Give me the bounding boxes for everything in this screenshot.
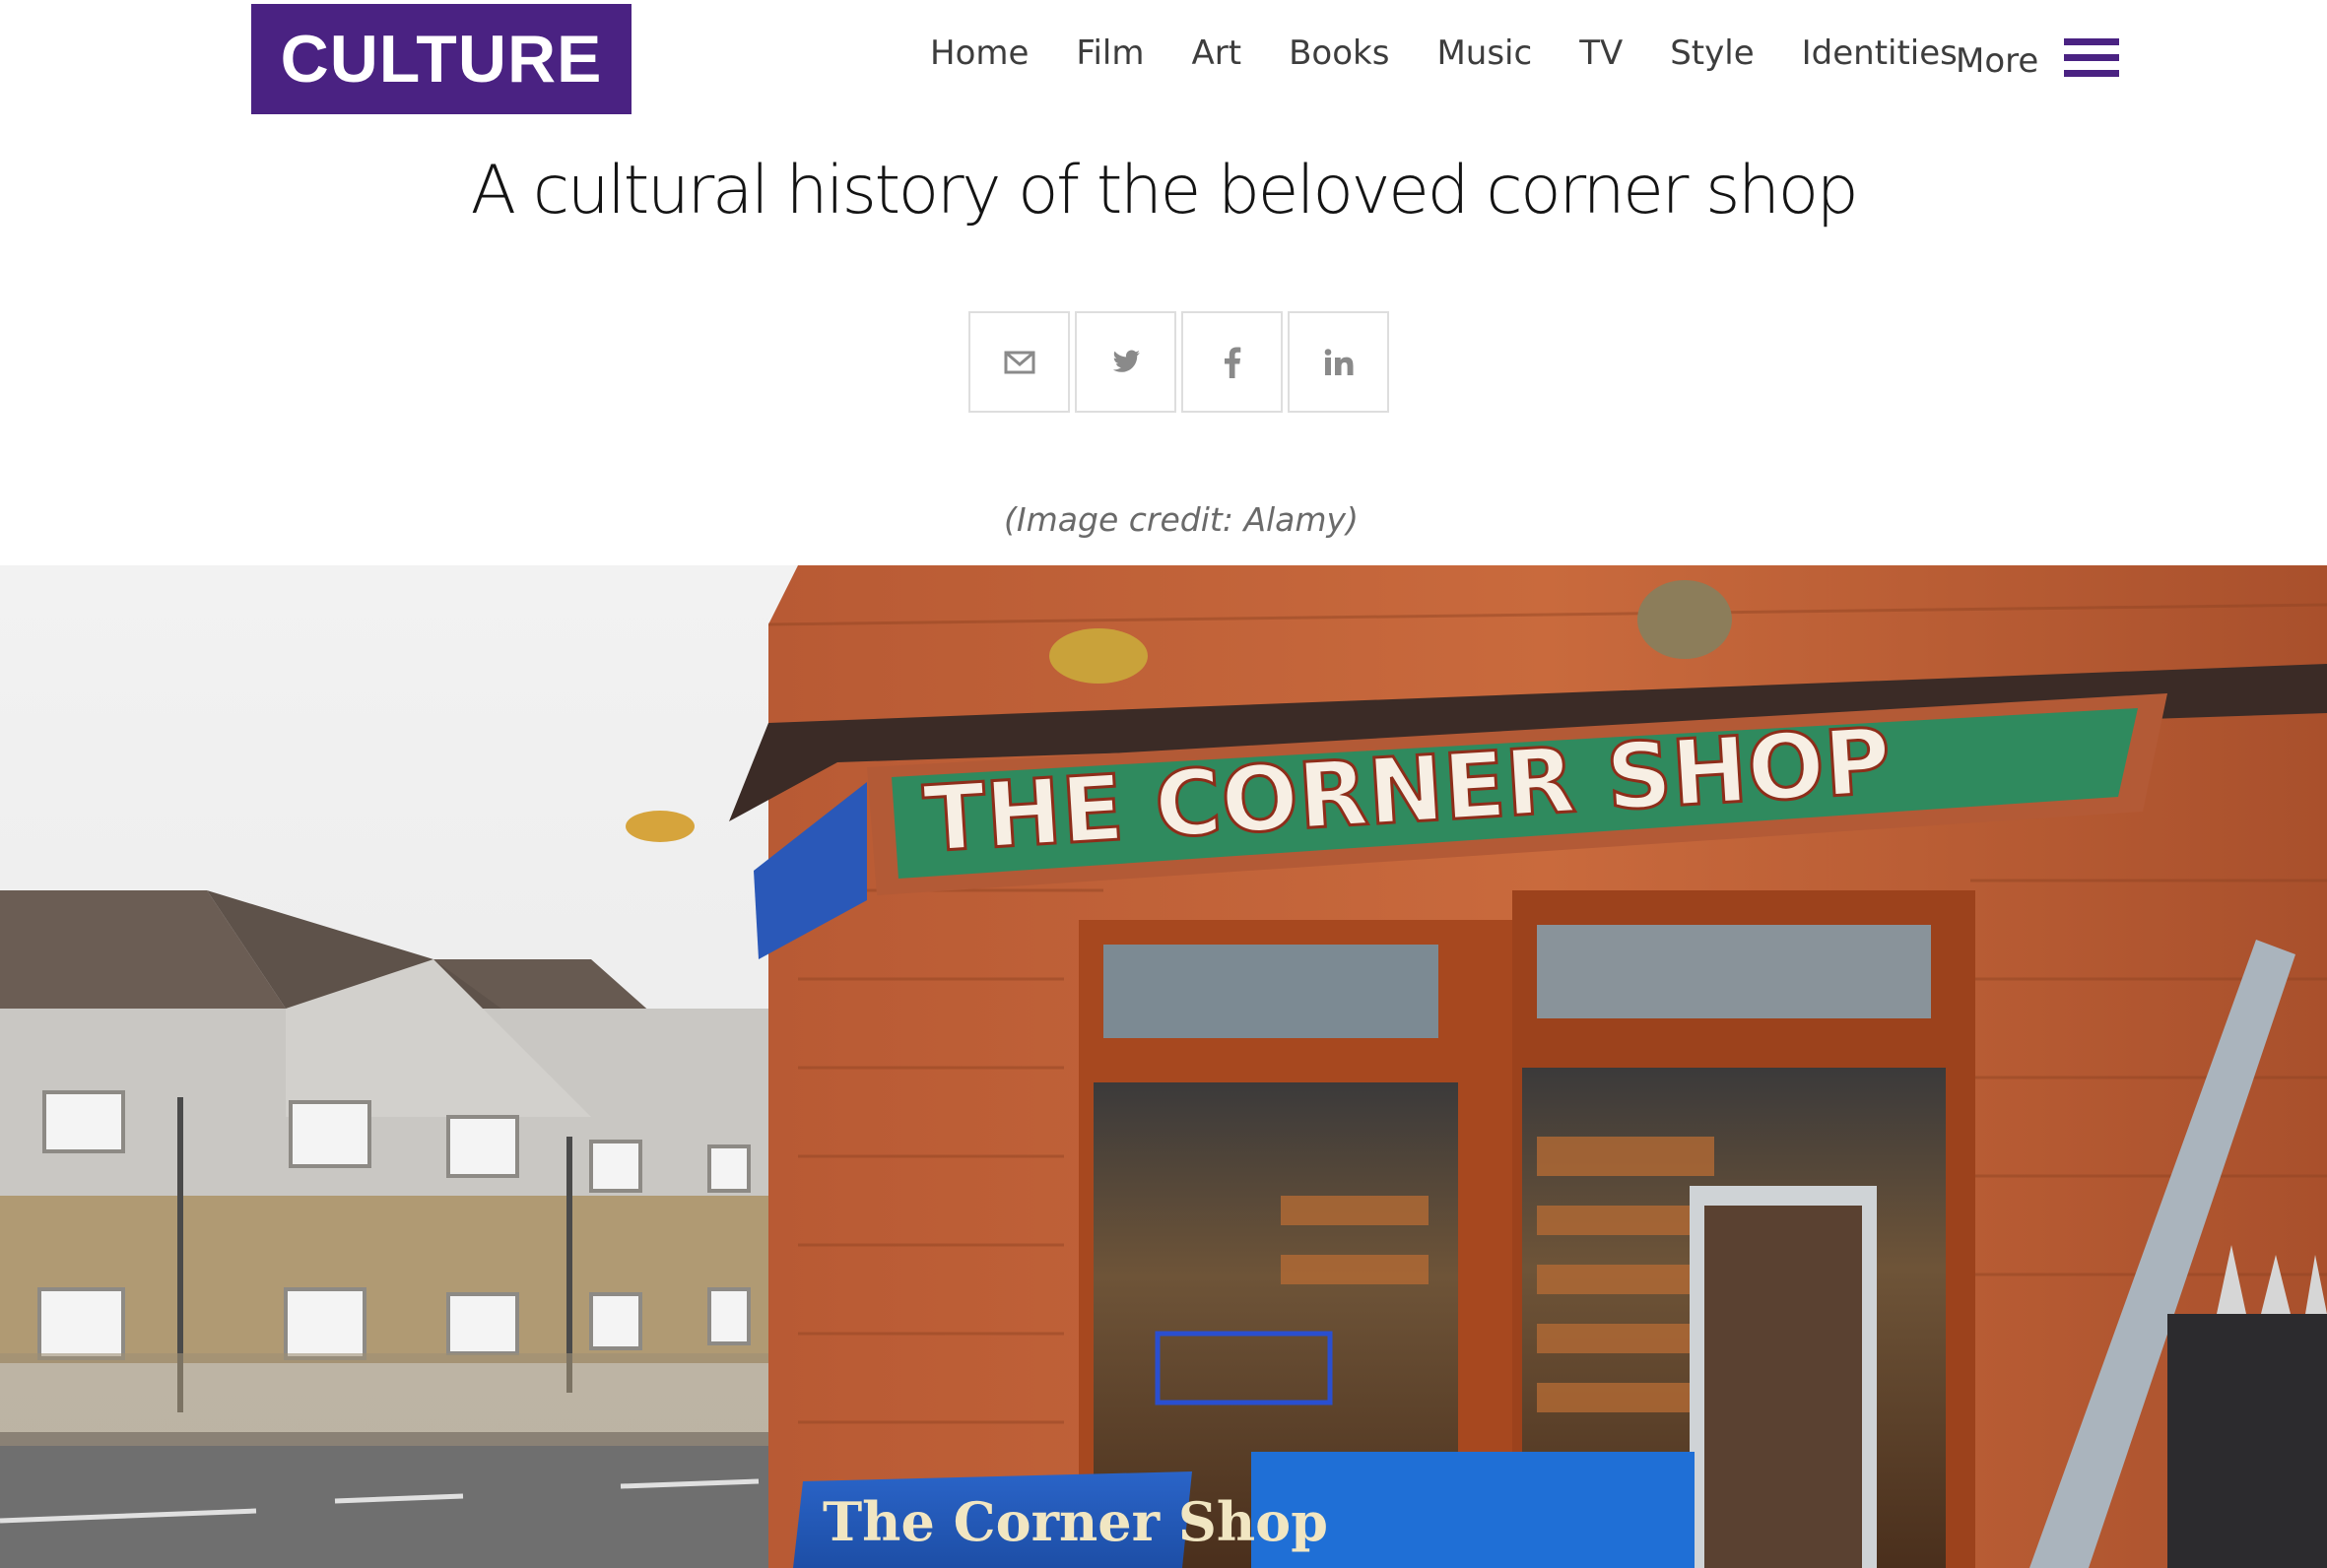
page: CULTURE Home Film Art Books Music TV Sty… [0, 0, 2327, 1568]
hamburger-icon [2064, 34, 2120, 80]
nav-item-music[interactable]: Music [1436, 33, 1532, 73]
aframe-sign-text: The Corner Shop [823, 1490, 1328, 1553]
image-credit: (Image credit: Alamy) [1004, 500, 1359, 539]
twitter-icon [1112, 350, 1140, 372]
more-label: More [1956, 41, 2039, 81]
share-linkedin-button[interactable] [1288, 311, 1389, 413]
nav-item-home[interactable]: Home [930, 33, 1029, 73]
main-nav: Home Film Art Books Music TV Style Ident… [930, 33, 2005, 73]
nav-item-art[interactable]: Art [1192, 33, 1242, 73]
email-icon [1004, 351, 1034, 373]
culture-logo[interactable]: CULTURE [251, 4, 632, 114]
share-bar [968, 311, 1394, 413]
nav-item-film[interactable]: Film [1076, 33, 1144, 73]
nav-item-tv[interactable]: TV [1579, 33, 1623, 73]
hero-image: THE CORNER SHOP The Corner Shop [0, 565, 2327, 1568]
nav-item-books[interactable]: Books [1289, 33, 1389, 73]
share-email-button[interactable] [968, 311, 1070, 413]
nav-item-identities[interactable]: Identities [1802, 33, 1958, 73]
more-menu-button[interactable]: More [1956, 33, 2120, 81]
article-title: A cultural history of the beloved corner… [470, 152, 1859, 229]
nav-item-style[interactable]: Style [1670, 33, 1754, 73]
share-twitter-button[interactable] [1075, 311, 1176, 413]
linkedin-icon [1324, 348, 1353, 375]
share-facebook-button[interactable] [1181, 311, 1283, 413]
facebook-icon [1224, 347, 1240, 378]
